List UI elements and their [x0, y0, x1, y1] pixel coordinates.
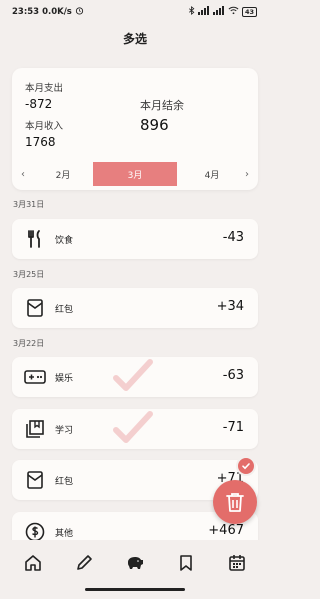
red-envelope-icon [24, 297, 46, 319]
transaction-row[interactable]: 娱乐 -63 [12, 357, 258, 397]
income-value: 1768 [25, 135, 56, 149]
transaction-amount: -63 [222, 368, 244, 383]
summary-card: 本月支出 -872 本月收入 1768 本月结余 896 ‹ 2月 3月 4月 … [12, 68, 258, 190]
tab-month-current[interactable]: 3月 [93, 162, 177, 186]
next-month-arrow-icon[interactable]: › [238, 162, 256, 186]
date-header: 3月25日 [13, 270, 45, 279]
book-icon [24, 418, 46, 440]
date-header: 3月31日 [13, 200, 45, 209]
delete-button[interactable] [213, 480, 257, 524]
transaction-amount: -71 [222, 420, 244, 435]
status-speed: 0.0K/s [42, 7, 72, 17]
tab-month-prev[interactable]: 2月 [34, 162, 92, 186]
alarm-icon [75, 6, 84, 18]
tab-month-next[interactable]: 4月 [183, 162, 241, 186]
transaction-category: 娱乐 [55, 374, 74, 384]
date-header: 3月22日 [13, 339, 45, 348]
bottom-nav [0, 540, 270, 585]
battery-icon: 43 [241, 7, 257, 17]
balance-value: 896 [140, 116, 169, 134]
transaction-category: 其他 [55, 529, 74, 539]
transaction-amount: -43 [222, 230, 244, 245]
transaction-category: 红包 [55, 305, 74, 315]
transaction-row[interactable]: 学习 -71 [12, 409, 258, 449]
signal-icon-2 [212, 6, 225, 18]
transaction-category: 红包 [55, 477, 74, 487]
signal-icon [197, 6, 210, 18]
expense-value: -872 [25, 97, 53, 111]
transaction-category: 学习 [55, 426, 74, 436]
home-indicator[interactable] [85, 588, 185, 591]
bookmark-icon[interactable] [171, 548, 201, 578]
income-label: 本月收入 [25, 121, 64, 132]
transaction-category: 饮食 [55, 236, 74, 246]
month-selector: ‹ 2月 3月 4月 › [12, 162, 258, 186]
transaction-amount: +467 [208, 523, 244, 538]
selection-badge-check-icon [236, 456, 256, 476]
home-icon[interactable] [18, 548, 48, 578]
trash-icon [226, 493, 244, 512]
red-envelope-icon [24, 469, 46, 491]
status-time: 23:53 [12, 7, 40, 17]
expense-label: 本月支出 [25, 83, 64, 94]
transaction-amount: +34 [216, 299, 244, 314]
calendar-icon[interactable] [222, 548, 252, 578]
transaction-row[interactable]: 饮食 -43 [12, 219, 258, 259]
pencil-icon[interactable] [69, 548, 99, 578]
bluetooth-icon [188, 6, 195, 18]
status-bar: 23:53 0.0K/s 43 [0, 0, 270, 24]
transaction-row[interactable]: 红包 +34 [12, 288, 258, 328]
wifi-icon [228, 6, 239, 18]
balance-label: 本月结余 [140, 99, 184, 112]
page-title: 多选 [122, 32, 147, 46]
fork-knife-icon [24, 228, 46, 250]
gamepad-icon [24, 366, 46, 388]
prev-month-arrow-icon[interactable]: ‹ [14, 162, 32, 186]
piggy-bank-icon[interactable] [120, 548, 150, 578]
